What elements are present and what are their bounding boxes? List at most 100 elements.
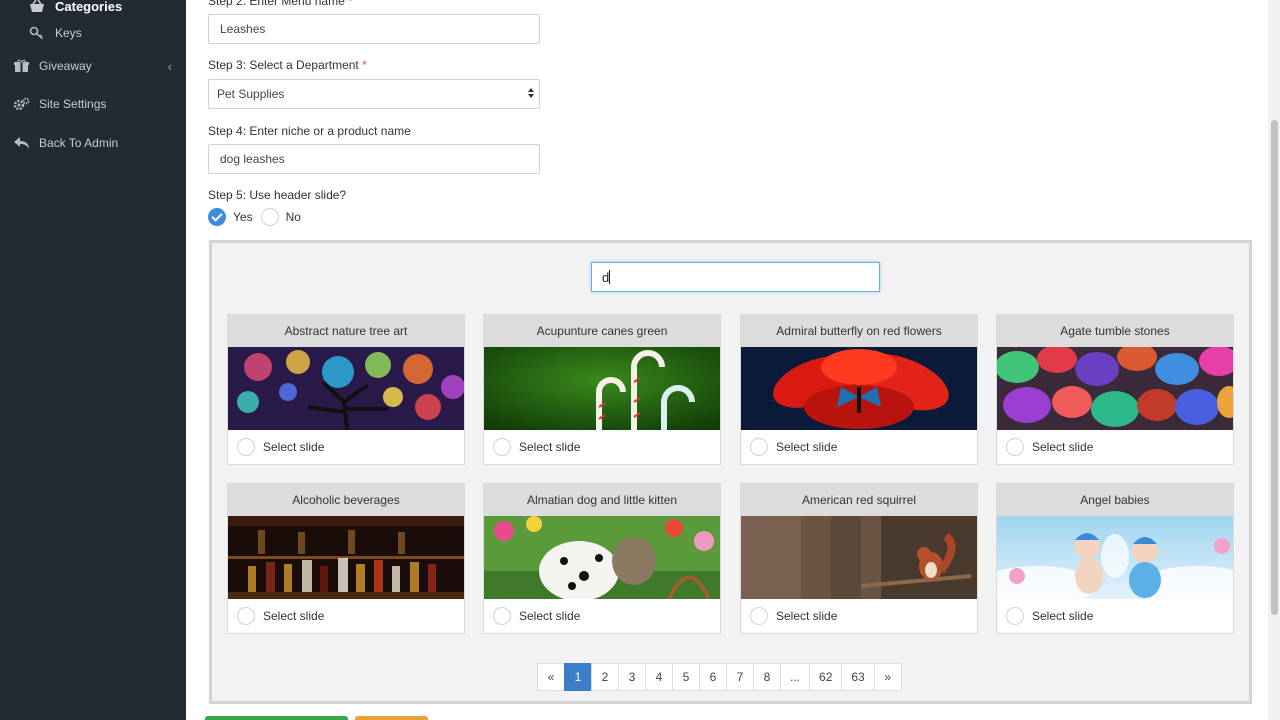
slide-radio[interactable] (750, 607, 768, 625)
slide-radio[interactable] (750, 438, 768, 456)
slide-select-label: Select slide (263, 440, 325, 454)
slide-select-label: Select slide (519, 609, 581, 623)
main-content: Step 2: Enter Menu name * Leashes Step 3… (186, 0, 1268, 720)
department-select[interactable]: Pet Supplies (208, 79, 540, 109)
slide-title: Admiral butterfly on red flowers (741, 315, 977, 347)
page-button-3[interactable]: 3 (618, 663, 646, 691)
slide-card: Abstract nature tree art Select slide (227, 314, 465, 465)
slide-card: Alcoholic beverages Select slide (227, 483, 465, 634)
slide-card: American red squirrel Select slide (740, 483, 978, 634)
slide-radio[interactable] (1006, 607, 1024, 625)
slide-card: Almatian dog and little kitten Select sl… (483, 483, 721, 634)
department-select-value: Pet Supplies (217, 87, 285, 101)
sidebar-item-giveaway[interactable]: Giveaway ‹ (0, 58, 186, 74)
slide-image-squirrel (741, 516, 977, 599)
slide-select-label: Select slide (1032, 609, 1094, 623)
sidebar-item-label: Back To Admin (39, 136, 119, 150)
page-button-62[interactable]: 62 (809, 663, 843, 691)
slide-title: Angel babies (997, 484, 1233, 516)
slide-image-abstract-tree (228, 347, 464, 430)
slide-select-row[interactable]: Select slide (484, 599, 720, 633)
slide-select-row[interactable]: Select slide (741, 430, 977, 464)
pagination: « 1 2 3 4 5 6 7 8 ... 62 63 » (537, 663, 902, 691)
slide-select-row[interactable]: Select slide (228, 599, 464, 633)
sidebar-item-label: Giveaway (39, 59, 92, 73)
page-button-7[interactable]: 7 (726, 663, 754, 691)
slide-card: Angel babies Select slide (996, 483, 1234, 634)
slide-image-dog-kitten (484, 516, 720, 599)
page-button-6[interactable]: 6 (699, 663, 727, 691)
sidebar: Categories Keys Giveaway ‹ Site Settings… (0, 0, 186, 720)
gift-icon (12, 58, 30, 74)
page-button-2[interactable]: 2 (591, 663, 619, 691)
slide-radio[interactable] (493, 438, 511, 456)
slide-image-agate-stones (997, 347, 1233, 430)
slide-image-bottles (228, 516, 464, 599)
slide-card: Agate tumble stones Select slide (996, 314, 1234, 465)
chevron-left-icon: ‹ (167, 58, 172, 74)
slide-select-label: Select slide (519, 440, 581, 454)
sidebar-item-label: Site Settings (39, 97, 107, 111)
step2-label: Step 2: Enter Menu name * (208, 0, 353, 8)
slide-radio[interactable] (237, 438, 255, 456)
no-radio[interactable] (260, 208, 279, 226)
slide-select-row[interactable]: Select slide (228, 430, 464, 464)
slide-select-row[interactable]: Select slide (997, 599, 1233, 633)
step3-label: Step 3: Select a Department * (208, 58, 367, 72)
slide-radio[interactable] (493, 607, 511, 625)
page-button-5[interactable]: 5 (672, 663, 700, 691)
slide-title: Alcoholic beverages (228, 484, 464, 516)
slide-select-row[interactable]: Select slide (997, 430, 1233, 464)
key-icon (28, 25, 46, 41)
page-button-1[interactable]: 1 (564, 663, 592, 691)
page-ellipsis: ... (780, 663, 811, 691)
sidebar-item-site-settings[interactable]: Site Settings (0, 96, 186, 112)
yes-label: Yes (233, 210, 253, 224)
slide-title: Almatian dog and little kitten (484, 484, 720, 516)
scrollbar-thumb[interactable] (1271, 120, 1278, 615)
slide-radio[interactable] (1006, 438, 1024, 456)
save-button-peek[interactable] (205, 716, 348, 720)
page-prev-button[interactable]: « (537, 663, 565, 691)
slide-title: Acupunture canes green (484, 315, 720, 347)
page-scrollbar[interactable] (1268, 0, 1280, 720)
slide-title: Agate tumble stones (997, 315, 1233, 347)
slide-select-row[interactable]: Select slide (741, 599, 977, 633)
yes-radio[interactable] (208, 208, 226, 226)
slide-card: Admiral butterfly on red flowers Select … (740, 314, 978, 465)
header-slide-options: Yes No (208, 208, 309, 226)
page-button-4[interactable]: 4 (645, 663, 673, 691)
slide-select-label: Select slide (776, 440, 838, 454)
menu-name-input[interactable]: Leashes (208, 14, 540, 44)
sidebar-item-keys[interactable]: Keys (0, 25, 186, 41)
sidebar-item-categories[interactable]: Categories (0, 0, 186, 14)
slide-title: American red squirrel (741, 484, 977, 516)
page-button-8[interactable]: 8 (753, 663, 781, 691)
step5-label: Step 5: Use header slide? (208, 188, 347, 202)
step4-label: Step 4: Enter niche or a product name (208, 124, 411, 138)
select-arrows-icon (527, 88, 535, 98)
sidebar-item-back-to-admin[interactable]: Back To Admin (0, 135, 186, 151)
niche-input[interactable]: dog leashes (208, 144, 540, 174)
page-button-63[interactable]: 63 (841, 663, 875, 691)
sidebar-item-label: Categories (55, 0, 123, 14)
slide-select-label: Select slide (776, 609, 838, 623)
slide-select-row[interactable]: Select slide (484, 430, 720, 464)
text-caret (609, 270, 611, 284)
reply-icon (12, 135, 30, 151)
slide-card: Acupunture canes green Select slide (483, 314, 721, 465)
slide-picker-panel: d Abstract nature tree art Select slide … (209, 240, 1252, 704)
slide-search-input[interactable]: d (591, 262, 880, 292)
slide-image-butterfly (741, 347, 977, 430)
slide-select-label: Select slide (263, 609, 325, 623)
sidebar-item-label: Keys (55, 26, 82, 40)
gears-icon (12, 96, 30, 112)
slide-radio[interactable] (237, 607, 255, 625)
slide-search-value: d (602, 269, 610, 285)
secondary-button-peek[interactable] (355, 716, 428, 720)
no-label: No (285, 210, 301, 224)
slide-title: Abstract nature tree art (228, 315, 464, 347)
slide-select-label: Select slide (1032, 440, 1094, 454)
slide-image-angel-babies (997, 516, 1233, 599)
page-next-button[interactable]: » (873, 663, 902, 691)
